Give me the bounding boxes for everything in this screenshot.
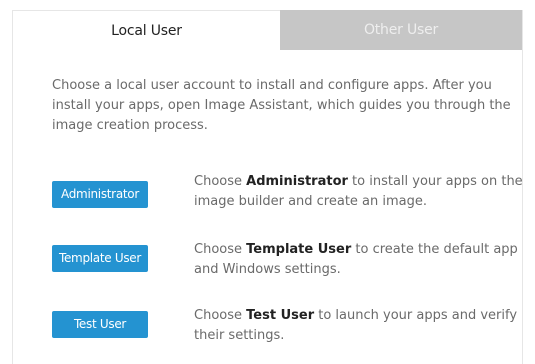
template-user-description: Choose Template User to create the defau… [194, 240, 524, 280]
template-user-button[interactable]: Template User [52, 245, 148, 272]
description-account-name: Administrator [246, 174, 348, 189]
tab-other-user[interactable]: Other User [280, 10, 522, 50]
administrator-button[interactable]: Administrator [52, 181, 148, 208]
tab-bar: Local User Other User [13, 10, 522, 50]
description-prefix: Choose [194, 174, 247, 189]
tab-local-user[interactable]: Local User [13, 10, 280, 50]
description-account-name: Template User [246, 242, 352, 257]
intro-text: Choose a local user account to install a… [52, 78, 511, 133]
description-account-name: Test User [246, 308, 315, 323]
test-user-button[interactable]: Test User [52, 311, 148, 338]
description-prefix: Choose [194, 242, 247, 257]
description-prefix: Choose [194, 308, 247, 323]
test-user-description: Choose Test User to launch your apps and… [194, 306, 524, 346]
user-selection-panel: Local User Other User Choose a local use… [12, 10, 523, 364]
administrator-description: Choose Administrator to install your app… [194, 172, 524, 212]
